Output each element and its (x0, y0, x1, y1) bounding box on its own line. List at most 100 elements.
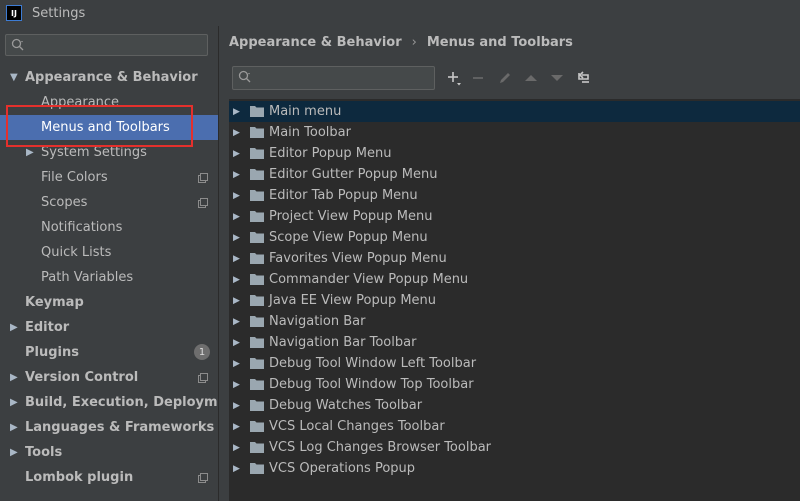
sidebar-search-input[interactable] (5, 34, 208, 56)
expand-arrow-icon[interactable]: ▶ (233, 128, 240, 138)
action-group-row[interactable]: ▶ Scope View Popup Menu (229, 227, 800, 248)
restore-defaults-button[interactable] (575, 69, 593, 87)
project-settings-icon (198, 473, 208, 483)
search-icon (11, 38, 24, 51)
expand-arrow-icon[interactable]: ▶ (233, 191, 240, 201)
expand-arrow-icon[interactable]: ▶ (233, 359, 240, 369)
sidebar-item-label: Appearance & Behavior (25, 70, 198, 85)
expand-arrow-icon[interactable]: ▶ (233, 296, 240, 306)
breadcrumb-separator: › (411, 35, 417, 50)
sidebar-item[interactable]: Notifications (0, 215, 218, 240)
expand-arrow-icon[interactable]: ▶ (233, 380, 240, 390)
folder-icon (250, 211, 264, 222)
action-group-row[interactable]: ▶ Debug Tool Window Top Toolbar (229, 374, 800, 395)
collapse-arrow-icon[interactable]: ▶ (10, 397, 18, 408)
action-group-row[interactable]: ▶ Editor Popup Menu (229, 143, 800, 164)
action-group-label: Scope View Popup Menu (269, 230, 428, 245)
collapse-arrow-icon[interactable]: ▶ (10, 447, 18, 458)
action-group-row[interactable]: ▶ VCS Local Changes Toolbar (229, 416, 800, 437)
update-count-badge: 1 (194, 344, 210, 360)
sidebar-item[interactable]: ▶ Build, Execution, Deployment (0, 390, 242, 415)
folder-icon (250, 274, 264, 285)
sidebar-item-label: File Colors (41, 170, 108, 185)
expand-arrow-icon[interactable]: ▶ (233, 464, 240, 474)
move-down-button[interactable] (548, 69, 566, 87)
move-up-icon (525, 75, 537, 81)
folder-icon (250, 169, 264, 180)
expand-arrow-icon[interactable]: ▼ (10, 72, 18, 83)
sidebar-item[interactable]: Path Variables (0, 265, 218, 290)
sidebar-item-label: System Settings (41, 145, 147, 160)
collapse-arrow-icon[interactable]: ▶ (10, 322, 18, 333)
action-group-row[interactable]: ▶ VCS Log Changes Browser Toolbar (229, 437, 800, 458)
action-group-label: Java EE View Popup Menu (269, 293, 437, 308)
action-group-label: Debug Tool Window Top Toolbar (269, 377, 474, 392)
expand-arrow-icon[interactable]: ▶ (233, 254, 240, 264)
search-icon (238, 70, 251, 83)
sidebar-item[interactable]: ▶ Version Control (0, 365, 218, 390)
sidebar-item-label: Lombok plugin (25, 470, 134, 485)
folder-icon (250, 253, 264, 264)
sidebar-item[interactable]: Lombok plugin (0, 465, 218, 490)
remove-button[interactable] (469, 69, 487, 87)
edit-button[interactable] (496, 69, 514, 87)
actions-search-input[interactable] (232, 66, 435, 90)
action-group-row[interactable]: ▶ Favorites View Popup Menu (229, 248, 800, 269)
action-group-label: Debug Watches Toolbar (269, 398, 423, 413)
sidebar-item[interactable]: ▶ Languages & Frameworks (0, 415, 218, 440)
expand-arrow-icon[interactable]: ▶ (233, 149, 240, 159)
expand-arrow-icon[interactable]: ▶ (233, 443, 240, 453)
expand-arrow-icon[interactable]: ▶ (233, 275, 240, 285)
expand-arrow-icon[interactable]: ▶ (233, 401, 240, 411)
expand-arrow-icon[interactable]: ▶ (233, 317, 240, 327)
action-group-label: Debug Tool Window Left Toolbar (269, 356, 477, 371)
sidebar-item[interactable]: Plugins 1 (0, 340, 218, 365)
action-group-label: VCS Local Changes Toolbar (269, 419, 445, 434)
expand-arrow-icon[interactable]: ▶ (233, 107, 240, 117)
restore-icon (578, 71, 589, 83)
action-group-row[interactable]: ▶ VCS Operations Popup (229, 458, 800, 479)
breadcrumb: Appearance & Behavior › Menus and Toolba… (229, 35, 573, 50)
action-group-row[interactable]: ▶ Navigation Bar (229, 311, 800, 332)
expand-arrow-icon[interactable]: ▶ (233, 338, 240, 348)
action-group-label: VCS Log Changes Browser Toolbar (269, 440, 492, 455)
breadcrumb-parent[interactable]: Appearance & Behavior (229, 35, 402, 50)
sidebar-item[interactable]: Keymap (0, 290, 218, 315)
sidebar-item[interactable]: ▼ Appearance & Behavior (0, 65, 218, 90)
sidebar-item-label: Notifications (41, 220, 123, 235)
action-group-row[interactable]: ▶ Java EE View Popup Menu (229, 290, 800, 311)
expand-arrow-icon[interactable]: ▶ (233, 212, 240, 222)
sidebar-item[interactable]: Scopes (0, 190, 218, 215)
action-group-row[interactable]: ▶ Debug Watches Toolbar (229, 395, 800, 416)
sidebar-item[interactable]: File Colors (0, 165, 218, 190)
action-group-row[interactable]: ▶ Editor Gutter Popup Menu (229, 164, 800, 185)
action-group-row[interactable]: ▶ Navigation Bar Toolbar (229, 332, 800, 353)
add-button[interactable] (445, 69, 463, 87)
collapse-arrow-icon[interactable]: ▶ (10, 422, 18, 433)
expand-arrow-icon[interactable]: ▶ (233, 170, 240, 180)
sidebar-item[interactable]: ▶ Editor (0, 315, 218, 340)
sidebar-item[interactable]: ▶ System Settings (0, 140, 218, 165)
sidebar-item[interactable]: Quick Lists (0, 240, 218, 265)
collapse-arrow-icon[interactable]: ▶ (26, 147, 34, 158)
action-group-row[interactable]: ▶ Main Toolbar (229, 122, 800, 143)
folder-icon (250, 421, 264, 432)
add-icon (448, 72, 461, 86)
action-group-label: Editor Tab Popup Menu (269, 188, 418, 203)
expand-arrow-icon[interactable]: ▶ (233, 422, 240, 432)
actions-tree[interactable]: ▶ Main menu ▶ Main Toolbar ▶ Editor Popup Men… (229, 99, 800, 501)
expand-arrow-icon[interactable]: ▶ (233, 233, 240, 243)
sidebar-item-label: Menus and Toolbars (41, 120, 170, 135)
action-group-row[interactable]: ▶ Main menu (229, 101, 800, 122)
action-group-label: Navigation Bar (269, 314, 366, 329)
sidebar-item[interactable]: Appearance (0, 90, 218, 115)
move-up-button[interactable] (522, 69, 540, 87)
action-group-row[interactable]: ▶ Project View Popup Menu (229, 206, 800, 227)
action-group-row[interactable]: ▶ Commander View Popup Menu (229, 269, 800, 290)
collapse-arrow-icon[interactable]: ▶ (10, 372, 18, 383)
action-group-row[interactable]: ▶ Editor Tab Popup Menu (229, 185, 800, 206)
action-group-row[interactable]: ▶ Debug Tool Window Left Toolbar (229, 353, 800, 374)
project-settings-icon (198, 173, 208, 183)
sidebar-item[interactable]: Menus and Toolbars (0, 115, 218, 140)
sidebar-item[interactable]: ▶ Tools (0, 440, 218, 465)
